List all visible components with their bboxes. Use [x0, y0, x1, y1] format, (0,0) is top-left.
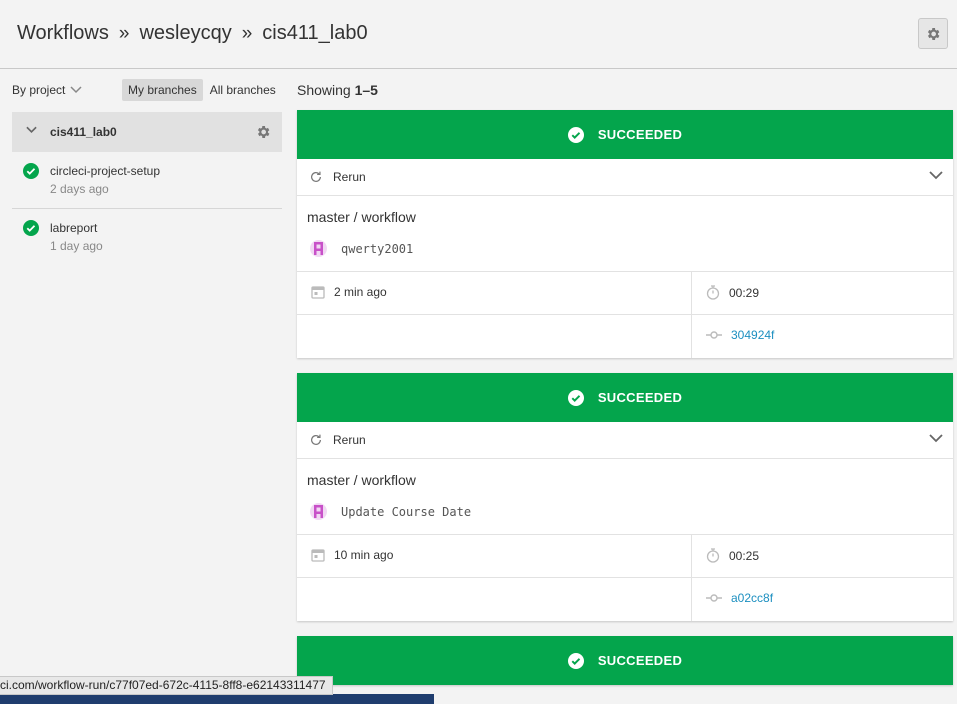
commit-sha: a02cc8f [706, 591, 773, 605]
gear-icon[interactable] [255, 124, 271, 140]
duration: 00:25 [706, 548, 759, 563]
time-ago-text: 2 min ago [334, 285, 387, 299]
avatar [310, 240, 327, 257]
breadcrumb-separator: » [241, 22, 253, 44]
chevron-down-icon [70, 86, 82, 94]
breadcrumb-org[interactable]: wesleycqy [139, 22, 231, 45]
branch-name[interactable]: circleci-project-setup [50, 164, 160, 178]
pagination-summary: Showing 1–5 [297, 82, 378, 98]
commit-sha-link[interactable]: a02cc8f [731, 591, 773, 605]
duration-text: 00:25 [729, 548, 760, 563]
time-ago-text: 10 min ago [334, 548, 394, 562]
page-header: Workflows » wesleycqy » cis411_lab0 [0, 0, 957, 69]
user-avatar-icon [314, 242, 323, 255]
workflow-card: SUCCEEDED Rerun master / workflow qwerty… [297, 110, 953, 358]
commit-icon [706, 331, 722, 339]
duration: 00:29 [706, 285, 759, 300]
workflow-info: master / workflow qwerty2001 [297, 196, 953, 272]
meta-duration-cell: 00:29 [692, 272, 953, 314]
workflow-name[interactable]: master / workflow [307, 209, 416, 225]
breadcrumb-workflows[interactable]: Workflows [17, 22, 109, 45]
branch-filter-row: By project My branches All branches [12, 79, 282, 101]
sidebar: By project My branches All branches cis4… [0, 69, 290, 704]
user-avatar-icon [314, 505, 323, 518]
check-circle-icon [567, 126, 584, 143]
meta-row: a02cc8f [297, 578, 953, 621]
showing-prefix: Showing [297, 82, 351, 98]
commit-sha: 304924f [706, 328, 774, 342]
meta-duration-cell: 00:25 [692, 535, 953, 577]
gear-icon [927, 27, 940, 40]
all-branches-tab[interactable]: All branches [204, 79, 282, 101]
rerun-button[interactable]: Rerun [309, 433, 366, 447]
project-name[interactable]: cis411_lab0 [50, 125, 117, 139]
check-circle-icon [567, 652, 584, 669]
commit-message: Update Course Date [341, 504, 472, 519]
meta-row: 304924f [297, 315, 953, 358]
taskbar-strip [0, 694, 434, 704]
meta-empty-cell [297, 315, 692, 358]
meta-commit-cell: 304924f [692, 315, 953, 358]
stopwatch-icon [706, 285, 720, 300]
meta-time-cell: 10 min ago [297, 535, 692, 577]
stopwatch-icon [706, 548, 720, 563]
success-check-icon [23, 163, 39, 179]
meta-time-cell: 2 min ago [297, 272, 692, 314]
branch-time: 1 day ago [50, 239, 103, 253]
commit-icon [706, 594, 722, 602]
workflow-card: SUCCEEDED Rerun master / workflow Update… [297, 373, 953, 621]
group-by-dropdown[interactable]: By project [12, 83, 82, 97]
calendar-icon [311, 549, 325, 562]
calendar-icon [311, 286, 325, 299]
rerun-row: Rerun [297, 422, 953, 459]
status-banner[interactable]: SUCCEEDED [297, 636, 953, 685]
duration-text: 00:29 [729, 285, 760, 300]
meta-row: 2 min ago 00:29 [297, 272, 953, 315]
avatar [310, 503, 327, 520]
commit-line: Update Course Date [310, 503, 471, 520]
refresh-icon [311, 434, 321, 445]
showing-range: 1–5 [354, 82, 378, 98]
workflow-card: SUCCEEDED [297, 636, 953, 685]
success-check-icon [23, 220, 39, 236]
meta-commit-cell: a02cc8f [692, 578, 953, 621]
workflow-name[interactable]: master / workflow [307, 472, 416, 488]
breadcrumb-separator: » [118, 22, 130, 44]
link-preview-statusbar: ci.com/workflow-run/c77f07ed-672c-4115-8… [0, 676, 333, 695]
workflow-info: master / workflow Update Course Date [297, 459, 953, 535]
rerun-label: Rerun [333, 433, 366, 447]
chevron-down-icon[interactable] [929, 434, 943, 443]
branch-toggle: My branches All branches [122, 79, 282, 101]
branch-time: 2 days ago [50, 182, 109, 196]
rerun-row: Rerun [297, 159, 953, 196]
meta-empty-cell [297, 578, 692, 621]
rerun-button[interactable]: Rerun [309, 170, 366, 184]
workflow-list: Showing 1–5 SUCCEEDED Rerun master / wor… [297, 69, 953, 704]
meta-row: 10 min ago 00:25 [297, 535, 953, 578]
project-group-header[interactable]: cis411_lab0 [12, 112, 282, 152]
commit-sha-link[interactable]: 304924f [731, 328, 774, 342]
status-label: SUCCEEDED [597, 127, 683, 142]
status-label: SUCCEEDED [597, 390, 683, 405]
my-branches-tab[interactable]: My branches [122, 79, 203, 101]
check-circle-icon [567, 389, 584, 406]
branch-item[interactable]: circleci-project-setup 2 days ago [12, 152, 282, 209]
status-banner[interactable]: SUCCEEDED [297, 110, 953, 159]
chevron-down-icon[interactable] [929, 171, 943, 180]
status-banner[interactable]: SUCCEEDED [297, 373, 953, 422]
breadcrumb: Workflows » wesleycqy » cis411_lab0 [17, 22, 368, 45]
time-ago: 2 min ago [311, 285, 387, 299]
commit-message: qwerty2001 [341, 241, 414, 256]
group-by-label: By project [12, 83, 66, 97]
project-settings-button[interactable] [918, 18, 948, 49]
refresh-icon [311, 171, 321, 182]
branch-item[interactable]: labreport 1 day ago [12, 209, 282, 266]
commit-line: qwerty2001 [310, 240, 413, 257]
branch-name[interactable]: labreport [50, 221, 97, 235]
status-label: SUCCEEDED [597, 653, 683, 668]
chevron-down-icon[interactable] [26, 126, 37, 134]
time-ago: 10 min ago [311, 548, 393, 562]
breadcrumb-project[interactable]: cis411_lab0 [262, 22, 367, 45]
rerun-label: Rerun [333, 170, 366, 184]
